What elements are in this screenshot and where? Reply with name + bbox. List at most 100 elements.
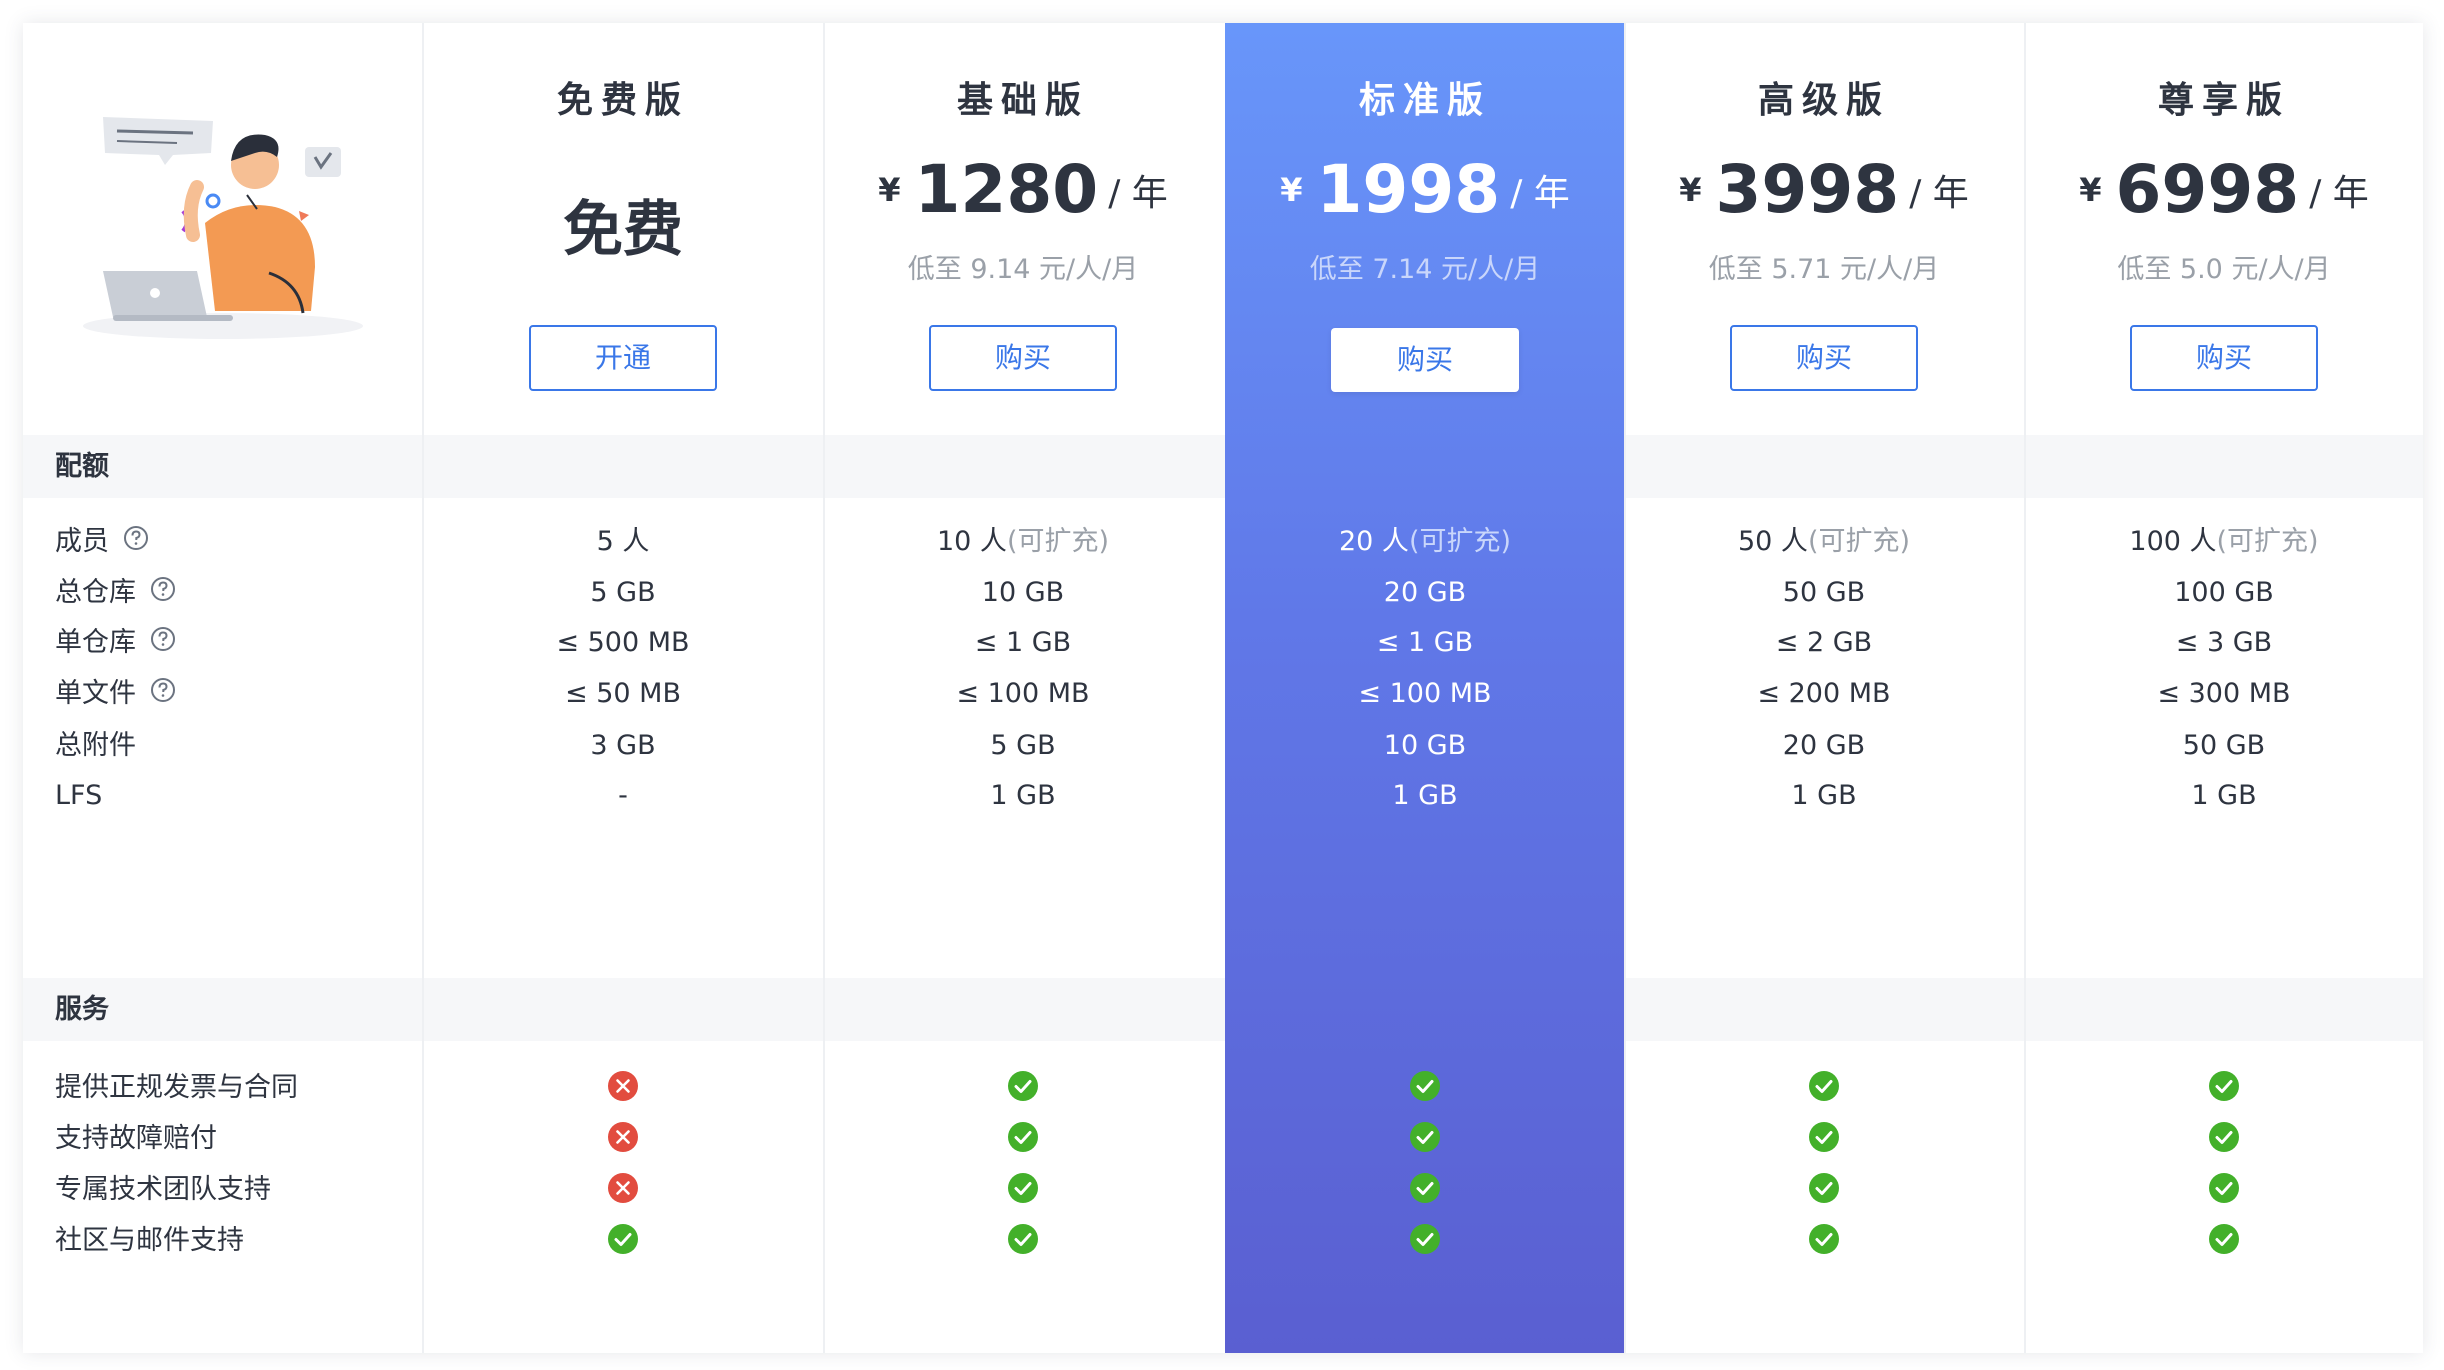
plan-column-premium: 尊享版 ¥6998/ 年 低至 5.0 元/人/月 购买 bbox=[2024, 23, 2423, 433]
quota-note: (可扩充) bbox=[1807, 526, 1911, 557]
quota-cell: 20 人(可扩充) bbox=[1225, 522, 1625, 562]
plan-price: ¥3998/ 年 bbox=[1624, 151, 2024, 228]
service-row-label: 社区与邮件支持 bbox=[55, 1225, 244, 1256]
quota-value: ≤ 50 MB bbox=[565, 678, 681, 709]
service-status bbox=[1624, 1120, 2024, 1156]
buy-advanced-button[interactable]: 购买 bbox=[1730, 325, 1918, 391]
quota-label-text: 单仓库 bbox=[55, 627, 136, 658]
quota-value: 1 GB bbox=[990, 780, 1056, 811]
quota-cell: - bbox=[423, 776, 823, 816]
plan-unit-price: 低至 7.14 元/人/月 bbox=[1309, 254, 1541, 285]
price-period: / 年 bbox=[2309, 172, 2369, 214]
check-icon bbox=[1410, 1071, 1440, 1101]
quota-value: 100 GB bbox=[2174, 577, 2274, 608]
quota-cell: 20 GB bbox=[1624, 726, 2024, 766]
buy-basic-button[interactable]: 购买 bbox=[929, 325, 1117, 391]
quota-value: 100 人 bbox=[2129, 526, 2217, 557]
quota-cell: 1 GB bbox=[1624, 776, 2024, 816]
quota-value: ≤ 200 MB bbox=[1757, 678, 1891, 709]
quota-cell: ≤ 200 MB bbox=[1624, 674, 2024, 714]
plan-unit-price: 低至 5.71 元/人/月 bbox=[1708, 254, 1940, 285]
check-icon bbox=[1008, 1122, 1038, 1152]
service-status bbox=[823, 1120, 1223, 1156]
service-status bbox=[2024, 1222, 2423, 1258]
quota-row-label: 成员 bbox=[55, 522, 149, 562]
quota-row-label: 总仓库 bbox=[55, 573, 176, 613]
quota-value: 10 GB bbox=[1383, 730, 1467, 761]
quota-cell: 50 GB bbox=[2024, 726, 2423, 766]
price-amount: 1998 bbox=[1316, 151, 1501, 228]
quota-cell: ≤ 500 MB bbox=[423, 623, 823, 663]
check-icon bbox=[1809, 1071, 1839, 1101]
quota-cell: 5 人 bbox=[423, 522, 823, 562]
plan-price: ¥1280/ 年 bbox=[823, 151, 1223, 228]
quota-note: (可扩充) bbox=[1006, 526, 1110, 557]
price-amount: 3998 bbox=[1715, 151, 1900, 228]
service-status bbox=[423, 1171, 823, 1207]
price-period: / 年 bbox=[1108, 172, 1168, 214]
buy-standard-button[interactable]: 购买 bbox=[1331, 328, 1519, 392]
currency-symbol: ¥ bbox=[1679, 170, 1702, 209]
quota-cell: ≤ 300 MB bbox=[2024, 674, 2423, 714]
quota-value: 50 GB bbox=[1782, 577, 1866, 608]
quota-value: ≤ 100 MB bbox=[956, 678, 1090, 709]
quota-value: ≤ 1 GB bbox=[974, 627, 1072, 658]
help-icon[interactable] bbox=[150, 677, 176, 703]
plan-column-free: 免费版 免费 开通 bbox=[423, 23, 823, 433]
quota-value: ≤ 500 MB bbox=[556, 627, 690, 658]
quota-cell: 5 GB bbox=[823, 726, 1223, 766]
check-icon bbox=[1410, 1122, 1440, 1152]
plan-column-standard: 标准版 ¥1998/ 年 低至 7.14 元/人/月 购买 bbox=[1225, 23, 1625, 433]
service-status bbox=[823, 1171, 1223, 1207]
quota-value: ≤ 100 MB bbox=[1358, 678, 1492, 709]
price-amount: 6998 bbox=[2115, 151, 2300, 228]
plan-column-advanced: 高级版 ¥3998/ 年 低至 5.71 元/人/月 购买 bbox=[1624, 23, 2024, 433]
quota-cell: ≤ 2 GB bbox=[1624, 623, 2024, 663]
quota-value: 20 GB bbox=[1383, 577, 1467, 608]
check-icon bbox=[1410, 1173, 1440, 1203]
service-status bbox=[1225, 1069, 1625, 1105]
quota-row-label: 总附件 bbox=[55, 726, 136, 766]
buy-premium-button[interactable]: 购买 bbox=[2130, 325, 2318, 391]
quota-value: - bbox=[618, 780, 628, 811]
service-status bbox=[1624, 1171, 2024, 1207]
service-status bbox=[1624, 1222, 2024, 1258]
quota-label-text: 总附件 bbox=[55, 730, 136, 761]
check-icon bbox=[1809, 1122, 1839, 1152]
developer-illustration bbox=[73, 103, 383, 363]
service-status bbox=[1624, 1069, 2024, 1105]
check-icon bbox=[1008, 1071, 1038, 1101]
quota-value: 5 GB bbox=[590, 577, 656, 608]
service-row-label: 提供正规发票与合同 bbox=[55, 1072, 298, 1103]
quota-row-label: LFS bbox=[55, 776, 102, 816]
cross-icon bbox=[608, 1071, 638, 1101]
activate-free-button[interactable]: 开通 bbox=[529, 325, 717, 391]
quota-value: 50 人 bbox=[1737, 526, 1808, 557]
check-icon bbox=[1008, 1173, 1038, 1203]
plan-unit-price: 低至 9.14 元/人/月 bbox=[907, 254, 1139, 285]
price-period: / 年 bbox=[1909, 172, 1969, 214]
price-period: / 年 bbox=[1510, 172, 1570, 214]
help-icon[interactable] bbox=[123, 525, 149, 551]
service-status bbox=[823, 1222, 1223, 1258]
check-icon bbox=[1008, 1224, 1038, 1254]
help-icon[interactable] bbox=[150, 576, 176, 602]
quota-cell: 5 GB bbox=[423, 573, 823, 613]
check-icon bbox=[1809, 1224, 1839, 1254]
plan-name: 免费版 bbox=[556, 80, 689, 121]
quota-cell: ≤ 100 MB bbox=[1225, 674, 1625, 714]
quota-label-text: 单文件 bbox=[55, 678, 136, 709]
pricing-table: 配额 服务 免费版 免费 开通 基础版 ¥ 1280 / 年 低至 9.14 元… bbox=[23, 23, 2423, 1353]
quota-cell: 10 人(可扩充) bbox=[823, 522, 1223, 562]
quota-value: ≤ 3 GB bbox=[2175, 627, 2273, 658]
service-status bbox=[423, 1222, 823, 1258]
help-icon[interactable] bbox=[150, 626, 176, 652]
quota-cell: 1 GB bbox=[1225, 776, 1625, 816]
quota-value: 20 GB bbox=[1782, 730, 1866, 761]
cross-icon bbox=[608, 1173, 638, 1203]
quota-value: 3 GB bbox=[590, 730, 656, 761]
plan-column-basic: 基础版 ¥1280/ 年 低至 9.14 元/人/月 购买 bbox=[823, 23, 1223, 433]
service-status bbox=[1225, 1120, 1625, 1156]
quota-cell: 3 GB bbox=[423, 726, 823, 766]
quota-note: (可扩充) bbox=[1408, 526, 1512, 557]
